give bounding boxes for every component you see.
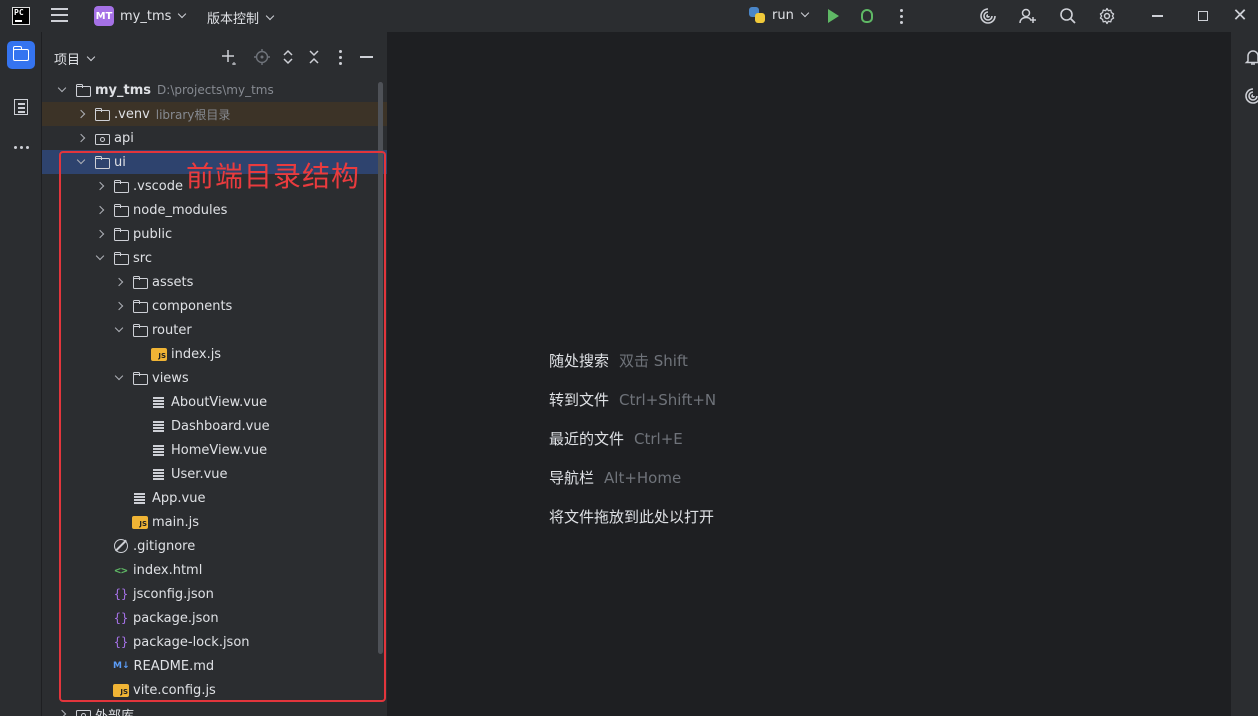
annotation-label: 前端目录结构 (186, 160, 361, 193)
more-vertical-icon (338, 49, 342, 65)
minimize-button[interactable] (1134, 0, 1180, 32)
tip-label: 将文件拖放到此处以打开 (549, 508, 715, 526)
expand-all-button[interactable] (279, 48, 297, 66)
title-bar: PC MT my_tms 版本控制 run ✕ (0, 0, 1258, 32)
tree-item-label: api (114, 130, 134, 146)
folder-icon (75, 82, 91, 98)
minimize-icon (1151, 15, 1163, 17)
chevron-down-icon (178, 9, 187, 19)
run-button[interactable] (823, 6, 843, 26)
editor-tip: 导航栏 Alt+Home (549, 467, 681, 488)
project-panel-header: 项目 (42, 32, 387, 80)
chevron-right-icon[interactable] (56, 707, 70, 716)
tree-row[interactable]: 外部库 (42, 702, 387, 716)
tree-row[interactable]: my_tms D:\projects\my_tms (42, 78, 387, 102)
tree-item-hint: library根目录 (155, 107, 231, 122)
panel-title: 项目 (54, 53, 81, 68)
structure-icon (14, 99, 28, 115)
bug-icon (861, 9, 873, 23)
hide-panel-button[interactable] (357, 48, 375, 66)
tree-item-label: 外部库 (95, 708, 135, 716)
editor-tip: 最近的文件 Ctrl+E (549, 428, 683, 449)
chevron-down-icon[interactable] (56, 83, 70, 97)
code-with-me-button[interactable] (1018, 6, 1038, 26)
spiral-icon (1245, 88, 1258, 104)
vcs-label: 版本控制 (207, 12, 260, 27)
maximize-button[interactable] (1180, 0, 1226, 32)
close-button[interactable]: ✕ (1222, 0, 1258, 32)
chevron-down-icon (265, 11, 275, 20)
notifications-button[interactable] (1244, 48, 1258, 66)
run-configuration-selector[interactable]: run (748, 6, 810, 24)
collapse-icon (309, 50, 319, 64)
settings-button[interactable] (1097, 6, 1117, 26)
maximize-icon (1198, 11, 1208, 21)
tree-item-hint: D:\projects\my_tms (157, 83, 274, 97)
collapse-all-button[interactable] (305, 48, 323, 66)
vcs-menu[interactable]: 版本控制 (207, 8, 275, 27)
tree-row[interactable]: api (42, 126, 387, 150)
run-config-label: run (772, 7, 794, 23)
annotation-box (59, 151, 386, 702)
project-tool-button[interactable] (7, 41, 35, 69)
right-tool-strip (1230, 32, 1258, 716)
editor-tip: 将文件拖放到此处以打开 (549, 506, 714, 527)
minimize-icon (359, 56, 373, 58)
more-actions-button[interactable] (891, 6, 911, 26)
plus-icon (222, 50, 236, 65)
main-menu-icon[interactable] (51, 8, 68, 24)
target-icon (254, 49, 270, 65)
close-icon: ✕ (1232, 5, 1248, 26)
more-horizontal-icon (13, 145, 29, 149)
panel-options-button[interactable] (331, 48, 349, 66)
tip-label: 导航栏 (549, 469, 595, 487)
chevron-down-icon (86, 52, 96, 61)
play-icon (827, 9, 839, 23)
search-button[interactable] (1058, 6, 1078, 26)
editor-tip: 转到文件 Ctrl+Shift+N (549, 389, 716, 410)
tip-label: 最近的文件 (549, 430, 625, 448)
project-view-selector[interactable]: 项目 (54, 49, 96, 68)
expand-icon (283, 49, 293, 65)
bell-icon (1244, 50, 1258, 65)
tip-shortcut: 双击 Shift (619, 352, 688, 370)
locate-file-button[interactable] (253, 48, 271, 66)
library-icon (75, 706, 91, 716)
folder-icon (12, 46, 29, 61)
tip-shortcut: Alt+Home (604, 469, 682, 487)
tree-row[interactable]: .venv library根目录 (42, 102, 387, 126)
tip-label: 转到文件 (549, 391, 610, 409)
chevron-right-icon[interactable] (75, 107, 89, 121)
left-tool-strip (0, 32, 42, 716)
new-file-button[interactable] (220, 48, 238, 66)
debug-button[interactable] (857, 6, 877, 26)
folder-icon (94, 106, 110, 122)
structure-tool-button[interactable] (7, 93, 35, 121)
ai-chat-button[interactable] (1244, 87, 1258, 105)
search-icon (1060, 8, 1076, 24)
editor-empty-area: 随处搜索 双击 Shift 转到文件 Ctrl+Shift+N 最近的文件 Ctrl+E 导… (389, 32, 1229, 716)
tip-shortcut: Ctrl+E (634, 430, 683, 448)
tip-shortcut: Ctrl+Shift+N (619, 391, 717, 409)
gear-icon (1099, 7, 1115, 25)
editor-tip: 随处搜索 双击 Shift (549, 350, 688, 371)
tip-label: 随处搜索 (549, 352, 610, 370)
tree-item-label: .venv (114, 106, 150, 122)
python-icon (748, 6, 766, 24)
ai-assistant-button[interactable] (978, 6, 998, 26)
tree-item-label: my_tms (95, 82, 152, 98)
chevron-right-icon[interactable] (75, 131, 89, 145)
pycharm-logo-icon: PC (12, 7, 30, 25)
add-user-icon (1019, 8, 1036, 24)
more-vertical-icon (899, 8, 903, 24)
chevron-down-icon (800, 8, 810, 18)
project-switcher[interactable]: MT my_tms (94, 5, 187, 27)
project-badge: MT (94, 6, 114, 26)
project-name: my_tms (120, 8, 172, 24)
more-tools-button[interactable] (7, 133, 35, 161)
module-folder-icon (94, 130, 110, 146)
spiral-icon (980, 8, 996, 24)
